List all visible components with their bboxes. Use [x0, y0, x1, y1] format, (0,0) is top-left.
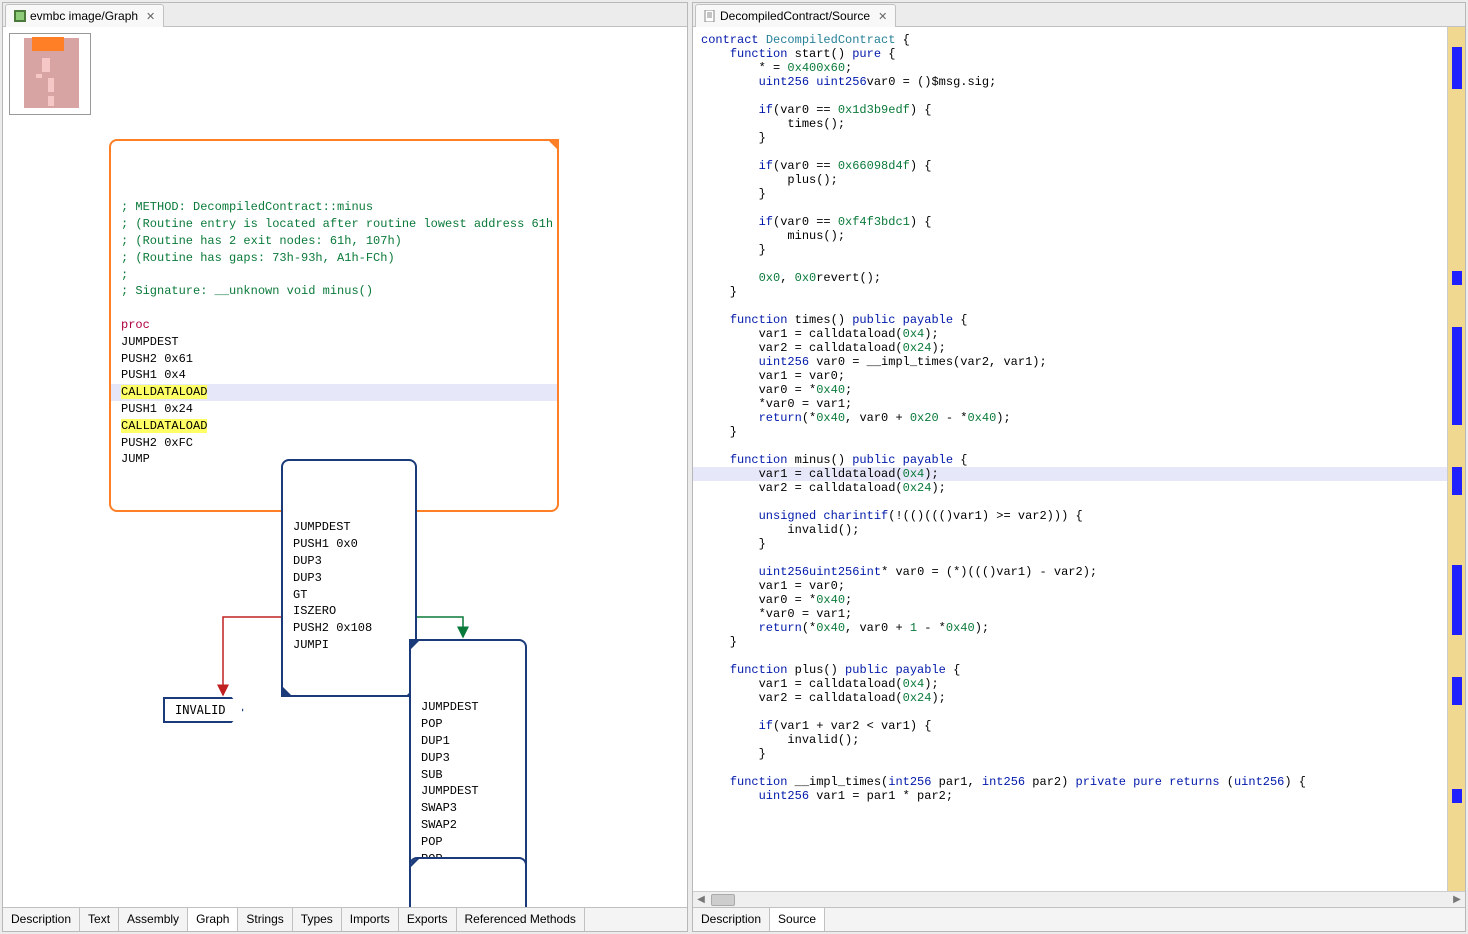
bottom-tab-description[interactable]: Description — [3, 908, 80, 931]
image-icon — [14, 10, 26, 22]
graph-tab[interactable]: evmbc image/Graph ✕ — [5, 4, 164, 27]
scroll-thumb[interactable] — [711, 894, 735, 906]
graph-content[interactable]: ; METHOD: DecompiledContract::minus ; (R… — [3, 27, 687, 907]
bottom-tab-types[interactable]: Types — [293, 908, 342, 931]
horizontal-scrollbar[interactable]: ◀ ▶ — [693, 891, 1465, 907]
bottom-tab-imports[interactable]: Imports — [342, 908, 399, 931]
bottom-tab-text[interactable]: Text — [80, 908, 119, 931]
bottom-tab-graph[interactable]: Graph — [188, 908, 238, 931]
scroll-right-icon[interactable]: ▶ — [1449, 894, 1465, 905]
document-icon — [704, 10, 716, 22]
bottom-tab-exports[interactable]: Exports — [399, 908, 457, 931]
graph-node-invalid[interactable]: INVALID — [163, 697, 244, 723]
bottom-tab-source[interactable]: Source — [770, 908, 825, 931]
graph-node-main[interactable]: ; METHOD: DecompiledContract::minus ; (R… — [109, 139, 559, 512]
graph-panel: evmbc image/Graph ✕ — [2, 2, 688, 932]
bottom-tab-referenced-methods[interactable]: Referenced Methods — [457, 908, 585, 931]
source-tab[interactable]: DecompiledContract/Source ✕ — [695, 4, 896, 27]
source-tab-bar: DecompiledContract/Source ✕ — [693, 3, 1465, 27]
minimap[interactable] — [9, 33, 91, 115]
source-code[interactable]: contract DecompiledContract { function s… — [693, 27, 1447, 891]
graph-node-4[interactable]: JUMPDEST PUSH1 0x40 MLOAD SWAP1 — [409, 857, 527, 907]
tab-label: evmbc image/Graph — [30, 9, 138, 23]
close-icon[interactable]: ✕ — [878, 10, 887, 23]
bottom-tab-assembly[interactable]: Assembly — [119, 908, 188, 931]
graph-bottom-tabs: DescriptionTextAssemblyGraphStringsTypes… — [3, 907, 687, 931]
bottom-tab-description[interactable]: Description — [693, 908, 770, 931]
graph-node-2[interactable]: JUMPDEST PUSH1 0x0 DUP3 DUP3 GT ISZERO P… — [281, 459, 417, 697]
scroll-left-icon[interactable]: ◀ — [693, 894, 709, 905]
bottom-tab-strings[interactable]: Strings — [238, 908, 292, 931]
close-icon[interactable]: ✕ — [146, 10, 155, 23]
source-content[interactable]: contract DecompiledContract { function s… — [693, 27, 1465, 891]
source-bottom-tabs: DescriptionSource — [693, 907, 1465, 931]
tab-label: DecompiledContract/Source — [720, 9, 870, 23]
overview-ruler[interactable] — [1447, 27, 1465, 891]
source-panel: DecompiledContract/Source ✕ contract Dec… — [692, 2, 1466, 932]
graph-tab-bar: evmbc image/Graph ✕ — [3, 3, 687, 27]
